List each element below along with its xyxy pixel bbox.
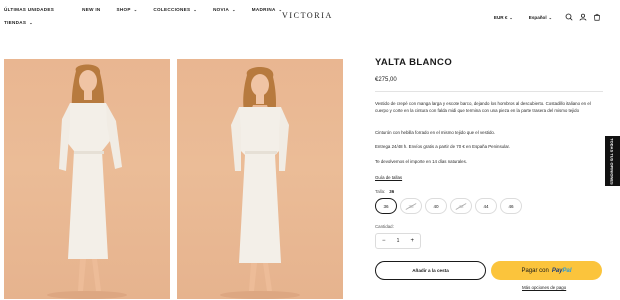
reviews-side-tab[interactable]: TODAS TUS OPINIONES — [605, 136, 620, 186]
product-title: YALTA BLANCO — [375, 57, 453, 68]
paypal-logo-pal: Pal — [562, 267, 572, 274]
product-image-1[interactable] — [4, 59, 170, 299]
quantity-value[interactable]: 1 — [397, 238, 400, 244]
paypal-prefix: Pagar con — [521, 267, 549, 274]
nav-item-new-in[interactable]: NEW IN — [82, 7, 100, 12]
nav-item-tiendas[interactable]: TIENDAS ⌄ — [4, 20, 33, 25]
returns-note: Te devolvemos el importe en 14 días natu… — [375, 159, 468, 164]
selected-size-value: 36 — [389, 189, 395, 194]
language-selector[interactable]: Español ⌄ — [529, 15, 552, 20]
plus-icon[interactable]: + — [410, 238, 414, 244]
main-nav: ÚLTIMAS UNIDADES NEW IN SHOP ⌄ COLECCIONE… — [4, 7, 282, 12]
account-icon[interactable] — [578, 12, 588, 22]
product-description: Vestido de crepé con manga larga y escot… — [375, 101, 591, 113]
more-payment-options-link[interactable]: Más opciones de pago — [522, 285, 566, 290]
model-photo-front — [47, 64, 127, 299]
chevron-down-icon: ⌄ — [232, 7, 236, 12]
divider — [375, 91, 603, 92]
shipping-note: Entrega 24/48 h. Envíos gratis a partir … — [375, 144, 510, 149]
minus-icon[interactable]: − — [382, 238, 386, 244]
quantity-stepper: − 1 + — [375, 233, 421, 249]
size-option-46[interactable]: 46 — [500, 198, 522, 214]
chevron-down-icon: ⌄ — [548, 14, 552, 20]
nav-item-colecciones[interactable]: COLECCIONES ⌄ — [153, 7, 197, 12]
language-label: Español — [528, 14, 547, 20]
nav-item-shop[interactable]: SHOP ⌄ — [117, 7, 138, 12]
secondary-nav: TIENDAS ⌄ — [4, 20, 33, 25]
chevron-down-icon: ⌄ — [509, 14, 513, 20]
paypal-button[interactable]: Pagar con Pay Pal — [491, 261, 602, 280]
product-price: €275,00 — [375, 77, 397, 83]
size-option-38[interactable]: 38 — [400, 198, 422, 214]
quantity-label: Cantidad: — [375, 224, 394, 229]
size-label: Talla: 36 — [375, 189, 394, 194]
header-utilities: EUR € ⌄ Español ⌄ — [494, 12, 602, 22]
nav-label: MADRINA — [251, 7, 276, 12]
search-icon[interactable] — [564, 12, 574, 22]
currency-label: EUR € — [493, 14, 508, 20]
nav-label: TIENDAS — [4, 20, 27, 25]
add-to-cart-button[interactable]: Añadir a la cesta — [375, 261, 486, 280]
brand-logo[interactable]: VICTORIA — [282, 11, 333, 20]
chevron-down-icon: ⌄ — [193, 7, 198, 12]
nav-item-novia[interactable]: NOVIA ⌄ — [213, 7, 236, 12]
size-option-44[interactable]: 44 — [475, 198, 497, 214]
nav-label: NEW IN — [82, 7, 101, 12]
size-selector: 36 38 40 42 44 46 — [375, 198, 522, 214]
size-option-42[interactable]: 42 — [450, 198, 472, 214]
nav-label: ÚLTIMAS UNIDADES — [4, 7, 55, 12]
chevron-down-icon: ⌄ — [133, 7, 138, 12]
size-guide-link[interactable]: Guía de tallas — [375, 175, 402, 180]
size-option-40[interactable]: 40 — [425, 198, 447, 214]
size-option-36[interactable]: 36 — [375, 198, 397, 214]
belt-note: Cinturón con hebilla forrado en el mismo… — [375, 130, 496, 135]
size-label-text: Talla: — [375, 189, 386, 194]
model-photo-angle — [220, 67, 300, 299]
nav-label: NOVIA — [213, 7, 230, 12]
product-info: YALTA BLANCO €275,00 Vestido de crepé co… — [375, 57, 603, 290]
nav-label: SHOP — [116, 7, 131, 12]
nav-item-ultimas-unidades[interactable]: ÚLTIMAS UNIDADES — [4, 7, 54, 12]
currency-selector[interactable]: EUR € ⌄ — [494, 15, 513, 20]
reviews-tab-label: TODAS TUS OPINIONES — [610, 137, 616, 185]
cart-icon[interactable] — [592, 12, 602, 22]
site-header: ÚLTIMAS UNIDADES NEW IN SHOP ⌄ COLECCIONE… — [0, 0, 620, 34]
nav-label: COLECCIONES — [153, 7, 191, 12]
chevron-down-icon: ⌄ — [29, 20, 33, 25]
paypal-logo: Pay — [551, 267, 563, 274]
product-image-2[interactable] — [177, 59, 343, 299]
nav-item-madrina[interactable]: MADRINA ⌄ — [252, 7, 282, 12]
